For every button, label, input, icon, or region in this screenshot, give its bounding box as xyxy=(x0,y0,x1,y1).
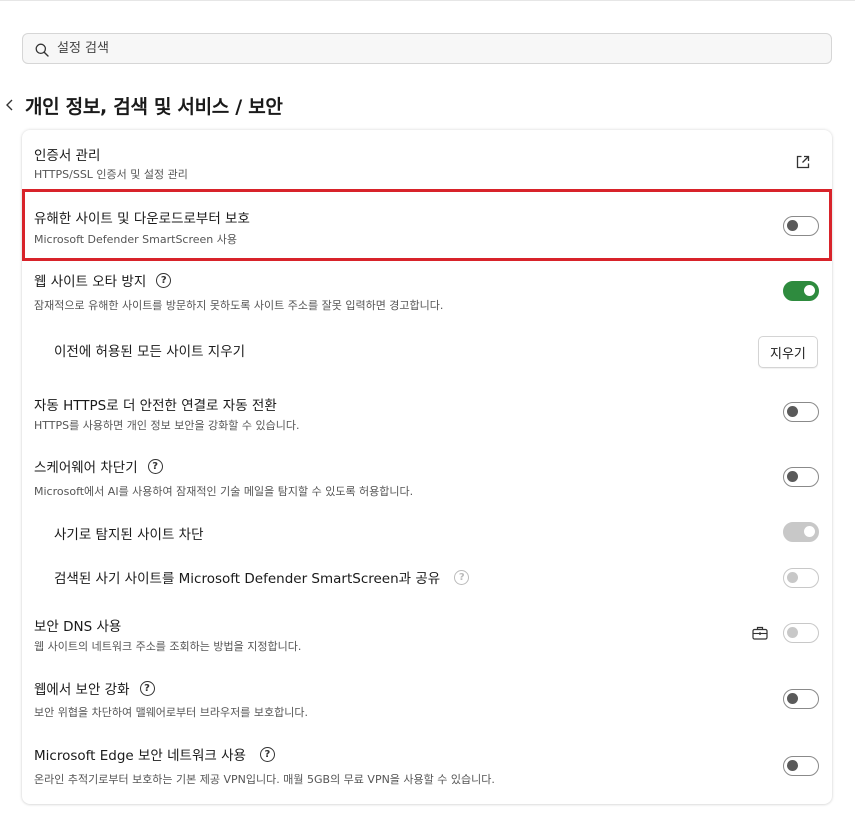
share-fraud-sites-toggle[interactable] xyxy=(783,568,819,588)
setting-title: 보안 DNS 사용 xyxy=(34,619,122,635)
setting-title: 웹 사이트 오타 방지 xyxy=(34,274,147,290)
block-fraud-sites-toggle[interactable] xyxy=(783,522,819,542)
setting-scareware-blocker: 스케어웨어 차단기 ? Microsoft에서 AI를 사용하여 잠재적인 기술… xyxy=(22,448,832,508)
setting-title: 검색된 사기 사이트를 Microsoft Defender SmartScre… xyxy=(54,571,441,587)
page-title: 개인 정보, 검색 및 서비스 / 보안 xyxy=(25,95,283,118)
setting-enhance-security: 웹에서 보안 강화 ? 보안 위협을 차단하여 맬웨어로부터 브라우저를 보호합… xyxy=(22,670,832,730)
setting-description: HTTPS/SSL 인증서 및 설정 관리 xyxy=(34,168,188,181)
typo-protection-toggle[interactable] xyxy=(783,281,819,301)
setting-title: 사기로 탐지된 사이트 차단 xyxy=(54,527,204,543)
setting-edge-secure-network: Microsoft Edge 보안 네트워크 사용 ? 온라인 추적기로부터 보… xyxy=(22,736,832,798)
setting-title-wrap: 스케어웨어 차단기 ? xyxy=(34,456,163,476)
setting-title-wrap: 웹 사이트 오타 방지 ? xyxy=(34,270,172,290)
setting-title: 이전에 허용된 모든 사이트 지우기 xyxy=(54,344,246,360)
setting-description: HTTPS를 사용하면 개인 정보 보안을 강화할 수 있습니다. xyxy=(34,419,300,432)
setting-description: 웹 사이트의 네트워크 주소를 조회하는 방법을 지정합니다. xyxy=(34,640,302,653)
scareware-toggle[interactable] xyxy=(783,467,819,487)
setting-description: 잠재적으로 유해한 사이트를 방문하지 못하도록 사이트 주소를 잘못 입력하면… xyxy=(34,299,444,312)
help-icon[interactable]: ? xyxy=(454,569,470,585)
setting-description: 보안 위협을 차단하여 맬웨어로부터 브라우저를 보호합니다. xyxy=(34,706,308,719)
setting-certificate-management[interactable]: 인증서 관리 HTTPS/SSL 인증서 및 설정 관리 xyxy=(22,130,832,186)
setting-title-wrap: Microsoft Edge 보안 네트워크 사용 ? xyxy=(34,744,275,764)
help-icon[interactable]: ? xyxy=(259,746,275,762)
setting-title-wrap: 검색된 사기 사이트를 Microsoft Defender SmartScre… xyxy=(54,567,470,587)
clear-button[interactable]: 지우기 xyxy=(758,336,818,368)
setting-title: Microsoft Edge 보안 네트워크 사용 xyxy=(34,748,246,764)
help-icon[interactable]: ? xyxy=(139,680,155,696)
highlight-box xyxy=(22,189,832,261)
enhance-security-toggle[interactable] xyxy=(783,689,819,709)
help-icon[interactable]: ? xyxy=(156,272,172,288)
setting-title: 스케어웨어 차단기 xyxy=(34,460,138,476)
setting-share-fraud-sites: 검색된 사기 사이트를 Microsoft Defender SmartScre… xyxy=(22,556,832,600)
search-icon xyxy=(35,42,49,57)
setting-description: Microsoft에서 AI를 사용하여 잠재적인 기술 메일을 탐지할 수 있… xyxy=(34,485,414,498)
briefcase-icon xyxy=(752,625,768,640)
edge-secure-network-toggle[interactable] xyxy=(783,756,819,776)
setting-title-wrap: 웹에서 보안 강화 ? xyxy=(34,678,155,698)
external-link-icon[interactable] xyxy=(795,154,811,170)
setting-typo-protection: 웹 사이트 오타 방지 ? 잠재적으로 유해한 사이트를 방문하지 못하도록 사… xyxy=(22,260,832,320)
search-box[interactable] xyxy=(22,33,832,64)
setting-secure-dns: 보안 DNS 사용 웹 사이트의 네트워크 주소를 조회하는 방법을 지정합니다… xyxy=(22,604,832,662)
chevron-left-icon xyxy=(6,99,13,111)
setting-title: 인증서 관리 xyxy=(34,148,101,164)
setting-clear-allowed-sites: 이전에 허용된 모든 사이트 지우기 지우기 xyxy=(22,324,832,380)
setting-block-fraud-sites: 사기로 탐지된 사이트 차단 xyxy=(22,512,832,552)
help-icon[interactable]: ? xyxy=(147,458,163,474)
setting-title: 웹에서 보안 강화 xyxy=(34,682,130,698)
top-divider xyxy=(0,0,855,1)
setting-title: 자동 HTTPS로 더 안전한 연결로 자동 전환 xyxy=(34,398,277,414)
setting-description: 온라인 추적기로부터 보호하는 기본 제공 VPN입니다. 매월 5GB의 무료… xyxy=(34,773,495,786)
auto-https-toggle[interactable] xyxy=(783,402,819,422)
secure-dns-toggle[interactable] xyxy=(783,623,819,643)
page-header: 개인 정보, 검색 및 서비스 / 보안 xyxy=(0,89,283,121)
setting-auto-https: 자동 HTTPS로 더 안전한 연결로 자동 전환 HTTPS를 사용하면 개인… xyxy=(22,386,832,444)
back-button[interactable] xyxy=(1,96,19,114)
search-input[interactable] xyxy=(57,41,817,56)
